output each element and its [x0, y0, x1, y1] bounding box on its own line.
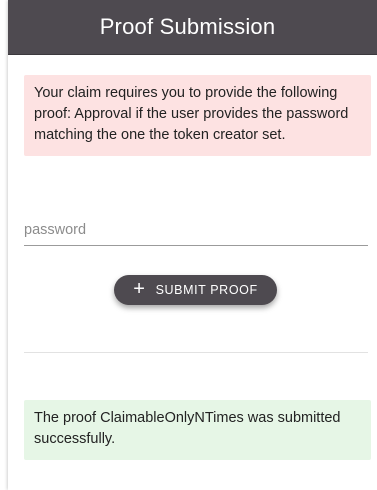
divider [24, 352, 368, 353]
plus-icon: + [133, 278, 146, 300]
success-alert: The proof ClaimableOnlyNTimes was submit… [24, 400, 371, 460]
proof-requirement-alert: Your claim requires you to provide the f… [24, 75, 371, 156]
password-input[interactable] [24, 222, 368, 246]
submit-proof-button[interactable]: + SUBMIT PROOF [114, 275, 277, 305]
proof-submission-panel: Proof Submission Your claim requires you… [8, 0, 377, 490]
header-bar: Proof Submission [8, 0, 377, 55]
proof-requirement-text: Your claim requires you to provide the f… [34, 85, 349, 143]
submit-proof-label: SUBMIT PROOF [155, 283, 258, 297]
page-title: Proof Submission [99, 14, 276, 39]
success-text: The proof ClaimableOnlyNTimes was submit… [34, 410, 341, 447]
password-field-wrapper [24, 221, 368, 246]
